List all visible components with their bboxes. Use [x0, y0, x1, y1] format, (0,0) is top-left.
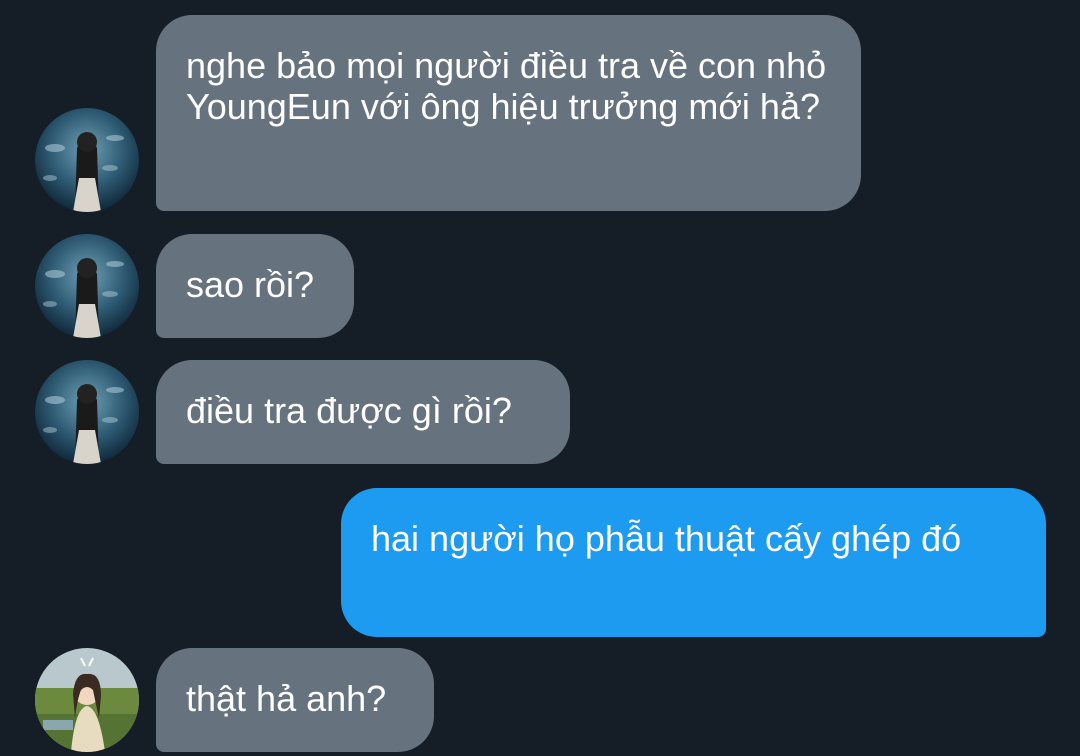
message-bubble[interactable]: nghe bảo mọi người điều tra về con nhỏ Y… — [156, 15, 861, 211]
message-bubble[interactable]: sao rồi? — [156, 234, 354, 338]
message-bubble-outgoing[interactable]: hai người họ phẫu thuật cấy ghép đó — [341, 488, 1046, 637]
avatar-aquarium-icon — [35, 234, 139, 338]
message-text: điều tra được gì rồi? — [186, 390, 512, 431]
message-text: sao rồi? — [186, 264, 315, 305]
message-text: hai người họ phẫu thuật cấy ghép đó — [371, 518, 962, 559]
avatar-aquarium-icon — [35, 360, 139, 464]
contact-avatar[interactable] — [35, 648, 139, 752]
contact-avatar[interactable] — [35, 360, 139, 464]
avatar-field-icon — [35, 648, 139, 752]
message-text: nghe bảo mọi người điều tra về con nhỏ Y… — [186, 45, 827, 127]
avatar-aquarium-icon — [35, 108, 139, 212]
message-bubble[interactable]: thật hả anh? — [156, 648, 434, 752]
chat-screen: nghe bảo mọi người điều tra về con nhỏ Y… — [0, 0, 1080, 756]
contact-avatar[interactable] — [35, 234, 139, 338]
message-bubble[interactable]: điều tra được gì rồi? — [156, 360, 570, 464]
message-text: thật hả anh? — [186, 678, 387, 719]
contact-avatar[interactable] — [35, 108, 139, 212]
